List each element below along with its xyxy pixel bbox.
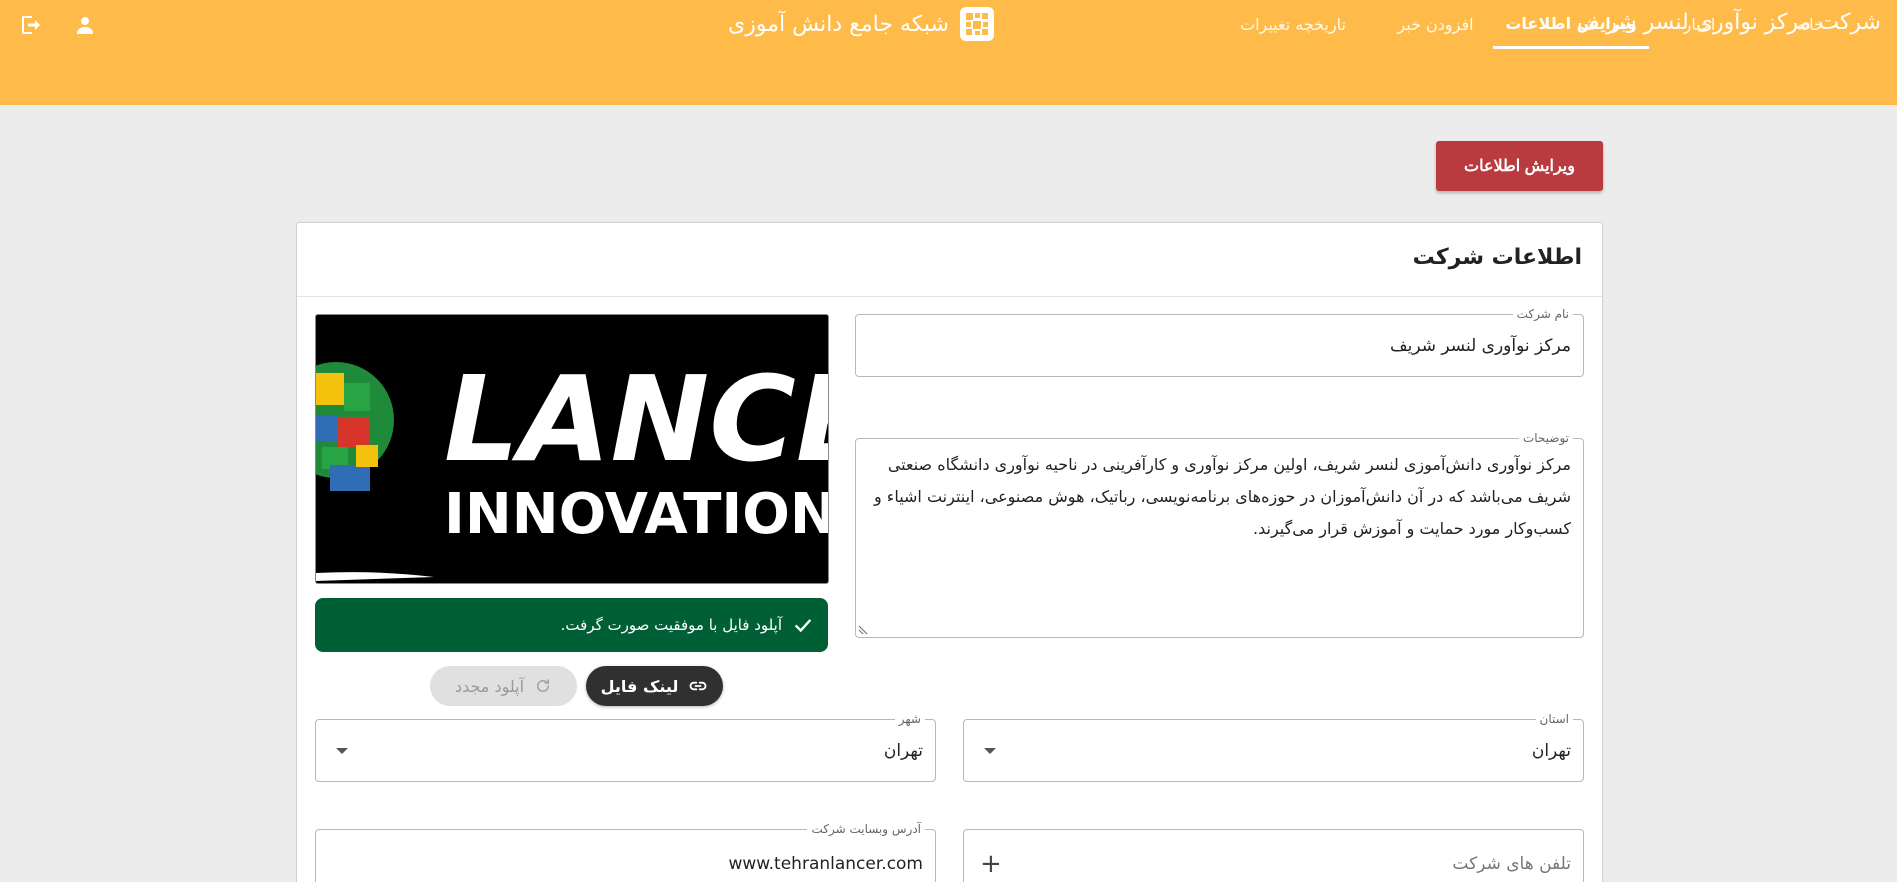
description-label: توضیحات	[1518, 431, 1573, 445]
website-value: www.tehranlancer.com	[728, 854, 924, 874]
file-link-button[interactable]: لینک فایل	[586, 666, 723, 706]
add-phone-icon[interactable]: +	[980, 851, 1002, 877]
brand-name: شبکه جامع دانش آموزی	[728, 11, 949, 37]
phones-field[interactable]: تلفن های شرکت +	[963, 829, 1584, 882]
description-textarea[interactable]: توضیحات مرکز نوآوری دانش‌آموزی لنسر شریف…	[855, 431, 1584, 638]
link-icon	[690, 681, 707, 691]
brand-logo-icon	[959, 7, 994, 41]
card-divider	[297, 296, 1602, 297]
tab-change-history[interactable]: تاریخچه تغییرات	[1220, 0, 1366, 49]
check-icon	[794, 619, 812, 633]
tab-add-news[interactable]: افزودن خبر	[1383, 0, 1488, 49]
card-title: اطلاعات شرکت	[1412, 245, 1582, 270]
tab-home[interactable]: خانه	[1760, 0, 1860, 49]
refresh-icon	[537, 679, 550, 692]
edit-info-button[interactable]: ویرایش اطلاعات	[1436, 141, 1603, 191]
city-value: تهران	[883, 740, 923, 761]
resize-grip-icon[interactable]	[858, 625, 868, 635]
description-value: مرکز نوآوری دانش‌آموزی لنسر شریف، اولین …	[873, 455, 1571, 538]
city-label: شهر	[894, 712, 925, 726]
company-name-label: نام شرکت	[1512, 307, 1573, 321]
brand[interactable]: شبکه جامع دانش آموزی	[728, 4, 995, 44]
upload-success-alert: آپلود فایل با موفقیت صورت گرفت.	[315, 598, 828, 652]
logo-text-line1: LANCE	[444, 350, 829, 488]
user-icon[interactable]	[70, 10, 100, 40]
website-label: آدرس وبسایت شرکت	[807, 822, 925, 836]
upload-success-message: آپلود فایل با موفقیت صورت گرفت.	[560, 616, 782, 634]
province-dropdown-icon[interactable]	[984, 747, 996, 754]
website-field[interactable]: آدرس وبسایت شرکت www.tehranlancer.com	[315, 822, 936, 882]
province-select[interactable]: استان تهران	[963, 712, 1584, 782]
file-link-label: لینک فایل	[600, 676, 679, 696]
company-name-field[interactable]: نام شرکت مرکز نوآوری لنسر شریف	[855, 307, 1584, 377]
logo-text-line2: INNOVATION C	[444, 482, 829, 547]
tab-edit-info[interactable]: ویرایش اطلاعات	[1493, 0, 1649, 49]
reupload-label: آپلود مجدد	[454, 676, 525, 696]
phones-placeholder: تلفن های شرکت	[1452, 854, 1571, 874]
lancer-logo-image: LANCE INNOVATION C	[316, 315, 829, 583]
tab-news[interactable]: اخبار	[1657, 0, 1742, 49]
city-dropdown-icon[interactable]	[336, 747, 348, 754]
logout-icon[interactable]	[16, 10, 46, 40]
province-value: تهران	[1531, 740, 1571, 761]
city-select[interactable]: شهر تهران	[315, 712, 936, 782]
reupload-button[interactable]: آپلود مجدد	[430, 666, 577, 706]
logo-preview-image: LANCE INNOVATION C	[315, 314, 829, 584]
app-header: شرکت مرکز نوآوری لنسر شریف شبکه جامع دان…	[0, 0, 1897, 105]
province-label: استان	[1535, 712, 1573, 726]
company-name-value: مرکز نوآوری لنسر شریف	[1390, 335, 1571, 356]
